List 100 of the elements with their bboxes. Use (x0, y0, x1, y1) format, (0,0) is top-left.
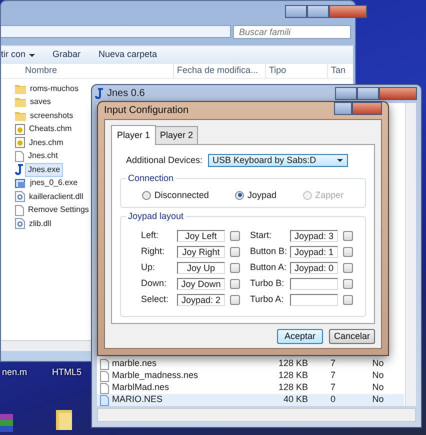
file-name[interactable]: saves (28, 96, 53, 108)
maximize-button[interactable] (307, 5, 329, 18)
horizontal-scrollbar[interactable] (1, 340, 91, 351)
ok-button[interactable]: Aceptar (277, 329, 323, 344)
table-cell-text: No (371, 357, 385, 370)
table-cell-text: 7 (329, 369, 336, 382)
column-header[interactable]: Fecha de modifica... (173, 64, 265, 78)
folder-icon (15, 97, 26, 108)
folder-icon (15, 110, 26, 121)
group-title: Joypad layout (126, 211, 186, 221)
key-field[interactable]: Joypad: 2 (177, 294, 225, 306)
caret-icon (336, 159, 343, 162)
desktop-icon-label[interactable]: nen.m (2, 366, 28, 380)
key-field[interactable]: Joy Left (177, 230, 225, 242)
rom-row[interactable]: MARIO.NES 40 KB 0 No (97, 394, 404, 406)
vertical-scrollbar[interactable] (405, 103, 416, 406)
rom-name: MARIO.NES (112, 393, 164, 406)
file-name[interactable]: Cheats.chm (27, 123, 74, 136)
window-title: Jnes 0.6 (107, 86, 145, 100)
table-cell-text: 0 (329, 393, 336, 406)
document-icon (15, 204, 24, 216)
key-field[interactable]: Joypad: 0 (290, 262, 338, 274)
cancel-button[interactable]: Cancelar (329, 329, 375, 344)
rom-size: 40 KB (282, 393, 308, 406)
document-icon (15, 150, 24, 162)
file-name[interactable]: jnes_0_6.exe (28, 177, 80, 190)
key-field[interactable]: Joypad: 3 (290, 230, 338, 242)
field-label: Start: (250, 229, 273, 242)
rom-row[interactable]: marble.nes 128 KB 7 No (97, 358, 404, 370)
field-label: Down: (141, 277, 168, 290)
app-icon (15, 164, 24, 176)
document-icon (100, 358, 109, 370)
table-cell-text: No (371, 381, 385, 394)
help-file-icon (15, 137, 25, 148)
file-name[interactable]: kailleraclient.dll (27, 190, 86, 203)
folder-icon (15, 84, 26, 94)
help-button[interactable] (334, 102, 352, 115)
key-field[interactable] (290, 294, 338, 306)
key-field[interactable]: Joy Down (177, 278, 225, 290)
minimize-button[interactable] (285, 5, 307, 18)
field-label: Turbo A: (250, 293, 285, 306)
help-file-icon (15, 124, 25, 135)
field-label: Select: (141, 293, 170, 306)
field-label: Turbo B: (250, 277, 286, 290)
rom-size: 128 KB (277, 357, 308, 370)
gear-file-icon (15, 218, 25, 230)
file-name[interactable]: Jnes.cht (26, 150, 60, 162)
file-name[interactable]: Jnes.chm (27, 136, 66, 149)
toolbar-button[interactable]: tir con (1, 48, 35, 62)
close-button[interactable] (352, 102, 382, 115)
rom-size: 128 KB (277, 381, 308, 394)
key-field[interactable] (290, 278, 338, 290)
toolbar-button[interactable]: Nueva carpeta (98, 48, 158, 62)
rom-name: marble.nes (112, 357, 158, 370)
column-header[interactable]: Tipo (265, 64, 327, 78)
field-label: Button B: (250, 245, 288, 258)
rom-row[interactable]: Marble_madness.nes 128 KB 7 No (97, 370, 404, 382)
radio-option[interactable]: Disconnected (142, 188, 209, 202)
desktop-icon-label[interactable]: HTML5 (52, 366, 82, 380)
minimize-button[interactable] (335, 87, 357, 100)
tab[interactable]: Player 1 (111, 124, 156, 145)
column-header[interactable]: Nombre (1, 64, 173, 78)
toolbar-button[interactable]: Grabar (52, 48, 81, 62)
dialog-title: Input Configuration (104, 104, 189, 118)
device-dropdown[interactable]: USB Keyboard by Sabs:D (208, 154, 348, 168)
key-field[interactable]: Joy Up (177, 262, 225, 274)
field-label: Left: (141, 229, 160, 242)
key-field[interactable]: Joy Right (177, 246, 225, 258)
key-field[interactable]: Joypad: 1 (290, 246, 338, 258)
file-name[interactable]: Jnes.exe (26, 164, 62, 176)
gear-file-icon (15, 191, 25, 202)
close-button[interactable] (329, 5, 367, 18)
table-cell-text: No (371, 369, 385, 382)
field-label: Right: (141, 245, 166, 258)
close-button[interactable] (379, 87, 417, 100)
column-header[interactable]: Tan (327, 64, 353, 78)
file-name[interactable]: Remove Settings (26, 204, 91, 216)
radio-option[interactable]: Joypad (235, 188, 277, 202)
rom-row[interactable]: MarblMad.nes 128 KB 7 No (97, 382, 404, 394)
document-icon (100, 394, 109, 406)
rom-size: 128 KB (277, 369, 308, 382)
table-cell-text: 7 (329, 357, 336, 370)
document-icon (100, 370, 109, 382)
app-icon (95, 88, 104, 98)
table-cell-text: 7 (329, 381, 336, 394)
rom-name: MarblMad.nes (112, 381, 170, 394)
file-name[interactable]: screenshots (28, 110, 76, 122)
document-icon (100, 382, 109, 394)
field-label: Additional Devices: (126, 154, 203, 167)
file-name[interactable]: zlib.dll (27, 218, 54, 230)
tab[interactable]: Player 2 (155, 126, 198, 144)
search-field[interactable]: Buscar famili (233, 25, 351, 39)
field-label: Up: (141, 261, 156, 274)
installer-icon (15, 178, 26, 189)
rom-name: Marble_madness.nes (112, 369, 200, 382)
archive-icon[interactable] (0, 414, 13, 432)
maximize-button[interactable] (357, 87, 379, 100)
table-cell-text: No (371, 393, 385, 406)
file-name[interactable]: roms-muchos (28, 82, 80, 95)
address-bar[interactable] (1, 25, 231, 38)
